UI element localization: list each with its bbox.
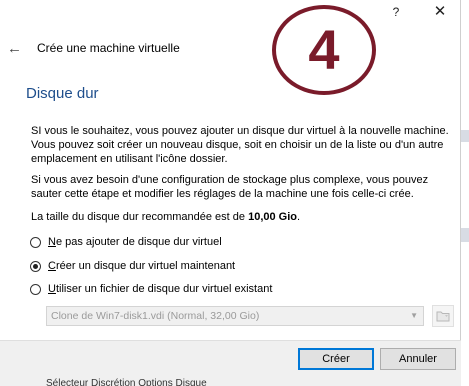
step-number: 4 xyxy=(308,18,340,81)
intro-paragraph: SI vous le souhaitez, vous pouvez ajoute… xyxy=(31,125,449,165)
option-no-disk[interactable]: Ne pas ajouter de disque dur virtuel xyxy=(30,236,222,248)
wizard-title: Crée une machine virtuelle xyxy=(37,41,180,55)
cancel-button[interactable]: Annuler xyxy=(380,348,456,370)
chevron-down-icon: ▼ xyxy=(410,311,418,320)
recommended-size-prefix: La taille du disque dur recommandée est … xyxy=(31,211,249,223)
radio-no-disk[interactable] xyxy=(30,236,41,248)
option-label-rest: e pas ajouter de disque dur virtuel xyxy=(55,236,222,248)
create-button[interactable]: Créer xyxy=(298,348,374,370)
accel-key: N xyxy=(48,236,56,248)
option-existing-disk[interactable]: Utiliser un fichier de disque dur virtue… xyxy=(30,283,272,295)
background-window-strip xyxy=(461,0,469,386)
existing-disk-value: Clone de Win7-disk1.vdi (Normal, 32,00 G… xyxy=(51,310,260,322)
option-create-disk-label: Créer un disque dur virtuel maintenant xyxy=(48,260,235,272)
option-label-rest: tiliser un fichier de disque dur virtuel… xyxy=(55,283,273,295)
background-element xyxy=(461,130,469,142)
advanced-paragraph: Si vous avez besoin d'une configuration … xyxy=(31,174,429,200)
option-create-disk[interactable]: Créer un disque dur virtuel maintenant xyxy=(30,260,235,272)
accel-key: U xyxy=(48,283,56,295)
background-element xyxy=(461,228,469,242)
recommended-size-text: La taille du disque dur recommandée est … xyxy=(31,210,451,224)
radio-existing-disk[interactable] xyxy=(30,283,41,295)
page-heading: Disque dur xyxy=(26,85,99,102)
folder-icon xyxy=(436,311,450,322)
recommended-size-value: 10,00 Gio xyxy=(248,211,297,223)
dialog-border xyxy=(460,0,461,386)
choose-disk-file-button[interactable] xyxy=(432,305,454,327)
option-existing-disk-label: Utiliser un fichier de disque dur virtue… xyxy=(48,283,272,295)
close-button[interactable]: ✕ xyxy=(428,3,452,21)
existing-disk-select[interactable]: Clone de Win7-disk1.vdi (Normal, 32,00 G… xyxy=(46,306,424,326)
recommended-size-suffix: . xyxy=(297,211,301,223)
option-no-disk-label: Ne pas ajouter de disque dur virtuel xyxy=(48,236,222,248)
create-vm-dialog: ? ✕ ← Crée une machine virtuelle 4 Disqu… xyxy=(0,0,461,386)
help-button[interactable]: ? xyxy=(384,3,408,21)
accel-key: C xyxy=(48,260,56,272)
step-number-stamp: 4 xyxy=(272,5,376,95)
background-window-text: Sélecteur Discrétion Options Disque xyxy=(46,378,207,386)
back-arrow-icon[interactable]: ← xyxy=(7,40,22,57)
option-label-rest: réer un disque dur virtuel maintenant xyxy=(55,260,236,272)
radio-create-disk[interactable] xyxy=(30,260,41,272)
